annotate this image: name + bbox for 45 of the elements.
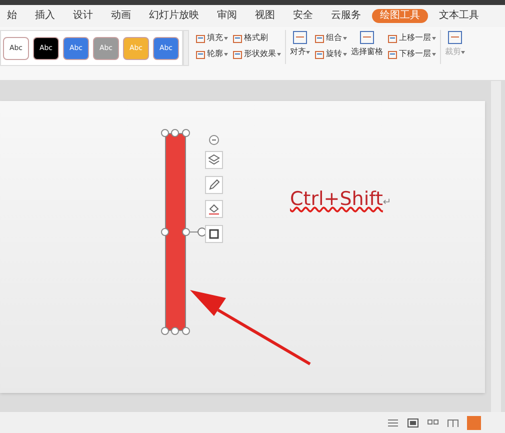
ribbon-tab[interactable]: 文本工具 xyxy=(432,9,486,23)
ribbon-button[interactable]: 组合 xyxy=(314,32,347,44)
ribbon-tab[interactable]: 设计 xyxy=(66,9,100,23)
slide-text: Ctrl+Shift xyxy=(290,187,383,211)
reading-view-icon[interactable] xyxy=(447,418,459,428)
ribbon-button[interactable]: 填充 xyxy=(195,32,228,44)
tool-icon xyxy=(314,32,325,44)
ribbon-tab[interactable]: 安全 xyxy=(286,9,320,23)
normal-view-icon[interactable] xyxy=(407,418,419,428)
ribbon-tab[interactable]: 插入 xyxy=(28,9,62,23)
grid-view-icon[interactable] xyxy=(427,418,439,428)
play-button[interactable] xyxy=(467,416,481,430)
scrollbar[interactable] xyxy=(491,81,501,412)
rotate-handle[interactable] xyxy=(190,227,208,237)
tool-icon xyxy=(387,32,398,44)
layers-icon[interactable] xyxy=(205,151,223,169)
ribbon-button[interactable]: 轮廓 xyxy=(195,48,228,60)
fill-icon[interactable] xyxy=(205,200,223,218)
tool-icon xyxy=(232,48,243,60)
tool-icon xyxy=(195,32,206,44)
ribbon-button[interactable]: 下移一层 xyxy=(387,48,436,60)
ribbon-tab[interactable]: 云服务 xyxy=(324,9,368,23)
rectangle-shape[interactable] xyxy=(165,133,186,331)
notes-icon[interactable] xyxy=(387,418,399,428)
ribbon-tab[interactable]: 视图 xyxy=(248,9,282,23)
ribbon-button[interactable]: 选择窗格 xyxy=(349,30,385,58)
tool-icon xyxy=(387,48,398,60)
ribbon-tab[interactable]: 始 xyxy=(0,9,24,23)
tool-icon xyxy=(291,30,309,46)
tool-icon xyxy=(446,30,464,46)
outline-icon[interactable] xyxy=(205,225,223,243)
tool-icon xyxy=(358,30,376,46)
tool-icon xyxy=(314,48,325,60)
tool-icon xyxy=(195,48,206,60)
ribbon-button[interactable]: 对齐 xyxy=(288,30,312,58)
ribbon-button[interactable]: 格式刷 xyxy=(232,32,281,44)
ribbon-button[interactable]: 上移一层 xyxy=(387,32,436,44)
paragraph-mark: ↵ xyxy=(382,196,392,210)
pencil-icon[interactable] xyxy=(205,176,223,194)
ribbon-button[interactable]: 旋转 xyxy=(314,48,347,60)
ribbon-button[interactable]: 形状效果 xyxy=(232,48,281,60)
ribbon-tab[interactable]: 动画 xyxy=(104,9,138,23)
ribbon-tab[interactable]: 幻灯片放映 xyxy=(142,9,206,23)
tool-icon xyxy=(232,32,243,44)
ribbon-tab[interactable]: 审阅 xyxy=(210,9,244,23)
